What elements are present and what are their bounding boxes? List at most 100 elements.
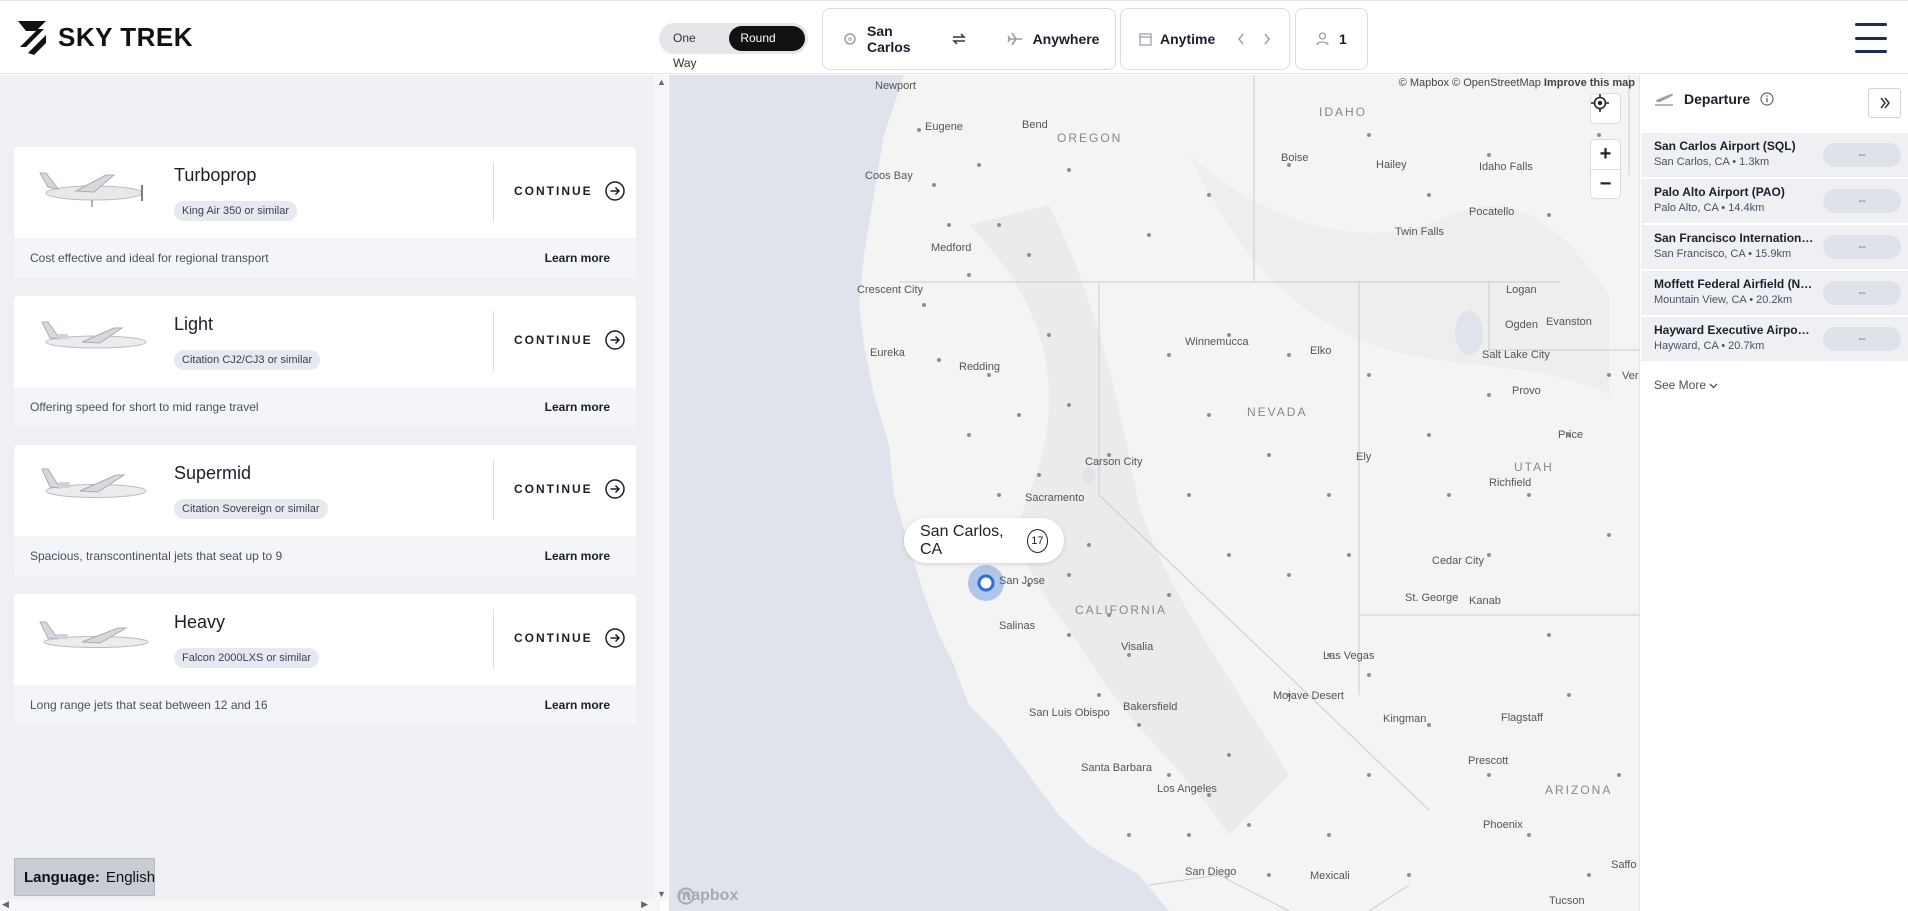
map-city-label: Mojave Desert (1273, 690, 1344, 702)
map-city-label: Los Angeles (1157, 783, 1217, 795)
see-more-button[interactable]: See More (1654, 378, 1718, 392)
swap-icon[interactable] (951, 32, 967, 46)
airport-price: -- (1823, 235, 1901, 259)
map-city-label: Hailey (1376, 159, 1407, 171)
aircraft-model-badge: King Air 350 or similar (174, 201, 297, 221)
map-state-label: NEVADA (1247, 405, 1308, 419)
continue-label: CONTINUE (514, 482, 593, 496)
map-city-label: Sacramento (1025, 492, 1085, 504)
collapse-panel-icon[interactable] (1868, 88, 1901, 118)
map-canvas (669, 75, 1639, 911)
scroll-up-icon[interactable]: ▲ (657, 77, 666, 87)
attribution-osm[interactable]: © OpenStreetMap (1452, 77, 1541, 89)
chevron-left-icon[interactable] (1237, 33, 1245, 45)
continue-button[interactable]: CONTINUE (514, 479, 625, 499)
map-city-label: Newport (875, 80, 916, 92)
aircraft-card-heavy: Heavy Falcon 2000LXS or similar CONTINUE… (14, 594, 636, 725)
origin-field[interactable]: San Carlos (867, 23, 911, 55)
aircraft-title: Supermid (174, 463, 252, 483)
route-search-box[interactable]: San Carlos Anywhere (822, 8, 1116, 70)
horizontal-scrollbar[interactable]: ◀ ▶ (0, 899, 660, 911)
departure-panel: Departure San Carlos Airport (SQL) San C… (1639, 75, 1908, 911)
airport-meta: Palo Alto, CA • 14.4km (1654, 202, 1765, 214)
map-city-label: Eureka (870, 347, 905, 359)
continue-button[interactable]: CONTINUE (514, 330, 625, 350)
scroll-right-icon[interactable]: ▶ (641, 899, 648, 910)
map-city-label: Carson City (1085, 456, 1143, 468)
map-city-label: Phoenix (1483, 819, 1523, 831)
map-city-label: Tucson (1549, 895, 1585, 907)
map-city-label: Twin Falls (1395, 226, 1444, 238)
one-way-option[interactable]: One Way (662, 26, 729, 70)
arrow-right-circle-icon (604, 479, 625, 499)
menu-icon[interactable] (1855, 23, 1887, 53)
map-city-label: Kanab (1469, 595, 1501, 607)
airport-name: San Carlos Airport (SQL) (1654, 139, 1796, 153)
aircraft-card-turboprop: Turboprop King Air 350 or similar CONTIN… (14, 147, 636, 278)
airport-meta: Mountain View, CA • 20.2km (1654, 294, 1793, 306)
passenger-box[interactable]: 1 (1295, 8, 1368, 70)
continue-label: CONTINUE (514, 333, 593, 347)
location-bubble[interactable]: San Carlos, CA 17 (904, 518, 1064, 563)
learn-more-link[interactable]: Learn more (545, 549, 610, 563)
airport-price: -- (1823, 143, 1901, 167)
map-city-label: Cedar City (1432, 555, 1484, 567)
map-state-label: IDAHO (1319, 105, 1368, 119)
map-attribution[interactable]: © Mapbox © OpenStreetMap Improve this ma… (1399, 77, 1635, 89)
scroll-down-icon[interactable]: ▼ (657, 889, 666, 899)
aircraft-title: Light (174, 314, 214, 334)
language-value: English (105, 868, 156, 886)
divider (493, 609, 494, 669)
map-city-label: Flagstaff (1501, 712, 1543, 724)
map-city-label: Richfield (1489, 477, 1532, 489)
map-city-label: Evanston (1546, 316, 1592, 328)
mapbox-logo[interactable]: mapbox (677, 887, 738, 905)
language-selector[interactable]: Language: English (14, 858, 155, 896)
map-city-label: Mexicali (1310, 870, 1350, 882)
map-city-label: Bakersfield (1123, 701, 1178, 713)
airport-row[interactable]: San Francisco International ... San Fran… (1641, 225, 1908, 269)
airport-row[interactable]: Hayward Executive Airport (... Hayward, … (1641, 317, 1908, 361)
map-view[interactable]: © Mapbox © OpenStreetMap Improve this ma… (669, 75, 1639, 911)
airport-distance: 20.7km (1728, 340, 1765, 352)
airport-name: Hayward Executive Airport (... (1654, 323, 1814, 337)
date-search-box[interactable]: Anytime (1120, 8, 1290, 70)
brand-name: SKY TREK (58, 21, 193, 52)
zoom-in-icon[interactable]: + (1591, 140, 1620, 169)
learn-more-link[interactable]: Learn more (545, 698, 610, 712)
map-city-label: Crescent City (857, 284, 924, 296)
improve-map-link[interactable]: Improve this map (1544, 77, 1635, 89)
destination-field[interactable]: Anywhere (1033, 31, 1100, 47)
airport-row[interactable]: Palo Alto Airport (PAO) Palo Alto, CA • … (1641, 179, 1908, 223)
info-icon[interactable] (1760, 92, 1774, 106)
scroll-left-icon[interactable]: ◀ (2, 899, 9, 910)
map-city-label: Prescott (1468, 755, 1509, 767)
brand-logo[interactable]: SKY TREK (16, 17, 193, 57)
map-city-label: Bend (1022, 119, 1048, 131)
airport-row[interactable]: Moffett Federal Airfield (NU... Mountain… (1641, 271, 1908, 315)
airport-meta: San Francisco, CA • 15.9km (1654, 248, 1792, 260)
map-city-label: San Diego (1185, 866, 1237, 878)
date-field[interactable]: Anytime (1160, 31, 1215, 47)
continue-button[interactable]: CONTINUE (514, 181, 625, 201)
airport-row[interactable]: San Carlos Airport (SQL) San Carlos, CA … (1641, 133, 1908, 177)
round-trip-option[interactable]: Round Trip (729, 26, 805, 70)
locate-me-icon[interactable] (1591, 94, 1620, 123)
airport-location: San Francisco, CA (1654, 248, 1746, 260)
zoom-out-icon[interactable]: − (1591, 169, 1620, 198)
learn-more-link[interactable]: Learn more (545, 400, 610, 414)
chevron-right-icon[interactable] (1263, 33, 1271, 45)
map-city-label: Salinas (999, 620, 1036, 632)
map-city-label: Coos Bay (865, 170, 913, 182)
continue-button[interactable]: CONTINUE (514, 628, 625, 648)
airport-meta: San Carlos, CA • 1.3km (1654, 156, 1770, 168)
attribution-mapbox[interactable]: © Mapbox (1399, 77, 1449, 89)
trip-type-toggle[interactable]: One Way Round Trip (659, 23, 808, 70)
airport-meta: Hayward, CA • 20.7km (1654, 340, 1765, 352)
learn-more-link[interactable]: Learn more (545, 251, 610, 265)
person-icon (1316, 32, 1329, 46)
vertical-scrollbar[interactable]: ▲ ▼ (654, 75, 668, 901)
map-city-label: Ver (1622, 370, 1639, 382)
airport-distance: 14.4km (1728, 202, 1765, 214)
passenger-count[interactable]: 1 (1339, 31, 1347, 47)
